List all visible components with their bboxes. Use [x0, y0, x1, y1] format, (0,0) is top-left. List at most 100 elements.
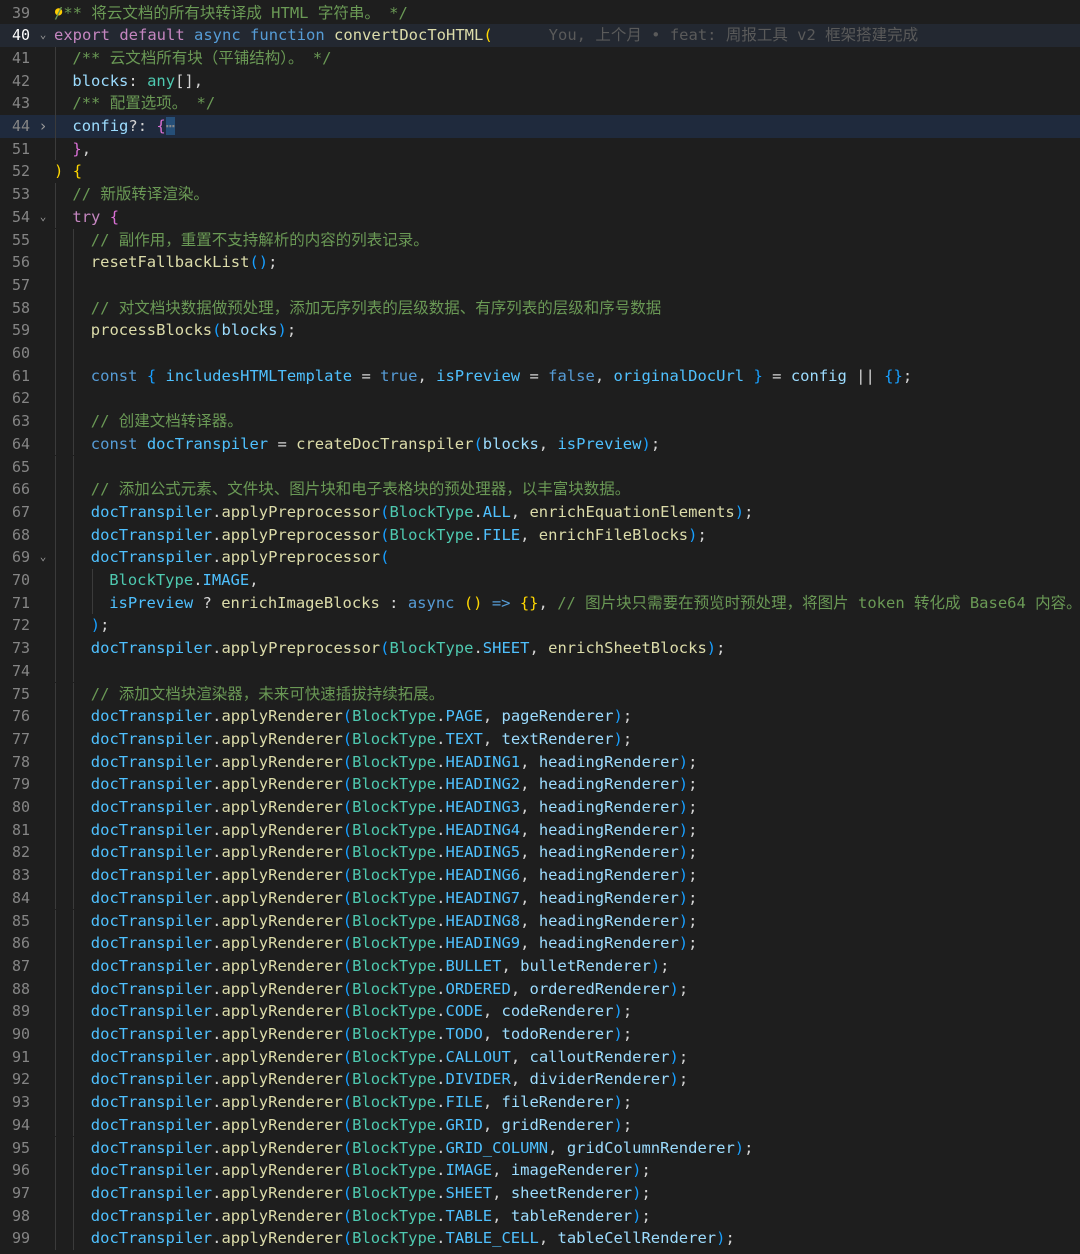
code-text: }, [72, 138, 91, 161]
code-line[interactable]: 41 /** 云文档所有块（平铺结构）。 */ [0, 46, 1080, 70]
code-line[interactable]: 75 // 添加文档块渲染器，未来可快速插拔持续拓展。 [0, 682, 1080, 706]
code-line[interactable]: 79 docTranspiler.applyRenderer(BlockType.… [0, 773, 1080, 796]
code-line[interactable]: 55 // 副作用，重置不支持解析的内容的列表记录。 [0, 228, 1080, 252]
code-line[interactable]: 59 processBlocks(blocks); [0, 319, 1080, 342]
fold-collapsed-chevron-icon[interactable]: › [36, 115, 50, 138]
code-line[interactable]: 54 ⌄ try { [0, 205, 1080, 229]
code-line[interactable]: 72); [0, 614, 1080, 638]
code-line[interactable]: 52) { [0, 160, 1080, 183]
code-line[interactable]: 76 docTranspiler.applyRenderer(BlockType.… [0, 705, 1080, 728]
folded-region-ellipsis[interactable]: ⋯ [165, 117, 176, 135]
code-line[interactable]: 85 docTranspiler.applyRenderer(BlockType.… [0, 909, 1080, 933]
code-token: BlockType [352, 1138, 437, 1157]
code-line[interactable]: 43 /** 配置选项。 */ [0, 92, 1080, 115]
code-token: applyRenderer [221, 752, 343, 771]
code-line[interactable]: 40 ⌄ export default async function convert… [0, 24, 1080, 47]
code-line[interactable]: 92 docTranspiler.applyRenderer(BlockType.… [0, 1068, 1080, 1092]
code-line[interactable]: 95 docTranspiler.applyRenderer(BlockType.… [0, 1136, 1080, 1160]
indent-guide [55, 432, 56, 456]
code-text: // 新版转译渲染。 [72, 183, 209, 206]
code-token: config [72, 117, 129, 135]
code-line[interactable]: 82 docTranspiler.applyRenderer(BlockType.… [0, 841, 1080, 865]
fold-expanded-chevron-icon[interactable]: ⌄ [36, 546, 50, 569]
code-line[interactable]: 67 docTranspiler.applyPreprocessor(BlockT… [0, 500, 1080, 524]
code-token: tableCellRenderer [557, 1229, 717, 1248]
code-line[interactable]: 56 resetFallbackList(); [0, 251, 1080, 274]
code-line[interactable]: 65 [0, 455, 1080, 479]
code-line[interactable]: 78 docTranspiler.applyRenderer(BlockType.… [0, 750, 1080, 774]
code-line[interactable]: 84 docTranspiler.applyRenderer(BlockType.… [0, 886, 1080, 910]
code-token: ( [342, 1183, 353, 1202]
code-line[interactable]: 69 ⌄ docTranspiler.applyPreprocessor( [0, 546, 1080, 569]
code-line[interactable]: 70 BlockType.IMAGE, [0, 569, 1080, 592]
code-line[interactable]: 60 [0, 342, 1080, 365]
code-token: HEADING6 [445, 866, 521, 885]
fold-expanded-chevron-icon[interactable]: ⌄ [36, 24, 50, 47]
fold-expanded-chevron-icon[interactable]: ⌄ [36, 206, 50, 229]
code-token: createDocTranspiler [296, 434, 474, 453]
indent-guide [73, 546, 75, 569]
code-token: ( [342, 820, 353, 839]
code-line[interactable]: 58 // 对文档块数据做预处理，添加无序列表的层级数据、有序列表的层级和序号数据 [0, 296, 1080, 320]
code-editor[interactable]: 39 ●/** 将云文档的所有块转译成 HTML 字符串。 */40 ⌄ export… [0, 0, 1080, 1254]
code-token: applyRenderer [221, 1229, 343, 1248]
code-token: ; [697, 525, 707, 544]
code-token: ) [678, 820, 689, 839]
code-line[interactable]: 89 docTranspiler.applyRenderer(BlockType.… [0, 1000, 1080, 1023]
code-line[interactable]: 90 docTranspiler.applyRenderer(BlockType.… [0, 1023, 1080, 1046]
code-line[interactable]: 44 › config?: {⋯ [0, 115, 1080, 138]
code-token: docTranspiler [90, 1206, 213, 1225]
line-number: 57 [11, 275, 30, 294]
code-text: docTranspiler.applyRenderer(BlockType.BU… [91, 955, 670, 978]
code-line[interactable]: 68 docTranspiler.applyPreprocessor(BlockT… [0, 523, 1080, 547]
code-line[interactable]: 63 // 创建文档转译器。 [0, 410, 1080, 433]
code-line[interactable]: 51}, [0, 137, 1080, 161]
code-line[interactable]: 99 docTranspiler.applyRenderer(BlockType.… [0, 1227, 1080, 1250]
code-token: ( [342, 752, 353, 771]
indent-guide [55, 115, 56, 138]
code-text: docTranspiler.applyRenderer(BlockType.GR… [91, 1114, 632, 1137]
code-text: const { includesHTMLTemplate = true, isP… [91, 365, 912, 388]
code-line[interactable]: 87 docTranspiler.applyRenderer(BlockType.… [0, 954, 1080, 978]
code-line[interactable]: 57 [0, 273, 1080, 297]
code-line[interactable]: 39 ●/** 将云文档的所有块转译成 HTML 字符串。 */ [0, 2, 1080, 25]
code-line[interactable]: 61 const { includesHTMLTemplate = true, i… [0, 364, 1080, 388]
code-line[interactable]: 53 // 新版转译渲染。 [0, 183, 1080, 206]
code-line[interactable]: 62 [0, 387, 1080, 411]
code-line[interactable]: 71 isPreview ? enrichImageBlocks : async … [0, 591, 1080, 615]
code-line[interactable]: 94 docTranspiler.applyRenderer(BlockType.… [0, 1113, 1080, 1137]
code-line[interactable]: 74 [0, 659, 1080, 683]
code-token: any [147, 71, 176, 90]
code-line[interactable]: 96 docTranspiler.applyRenderer(BlockType.… [0, 1159, 1080, 1182]
code-token: BlockType [109, 571, 194, 589]
line-number: 91 [11, 1047, 30, 1066]
code-token: , [538, 593, 558, 612]
code-line[interactable]: 83 docTranspiler.applyRenderer(BlockType.… [0, 864, 1080, 887]
code-line[interactable]: 86 docTranspiler.applyRenderer(BlockType.… [0, 932, 1080, 955]
code-line[interactable]: 80 docTranspiler.applyRenderer(BlockType.… [0, 796, 1080, 819]
code-line[interactable]: 91 docTranspiler.applyRenderer(BlockType.… [0, 1045, 1080, 1069]
line-number: 85 [11, 911, 30, 930]
code-line[interactable]: 42 blocks: any[], [0, 69, 1080, 93]
code-line[interactable]: 77 docTranspiler.applyRenderer(BlockType.… [0, 727, 1080, 751]
code-line[interactable]: 93 docTranspiler.applyRenderer(BlockType.… [0, 1091, 1080, 1114]
code-token: ) [706, 639, 717, 658]
code-line[interactable]: 73 docTranspiler.applyPreprocessor(BlockT… [0, 637, 1080, 660]
code-token: ; [622, 1025, 633, 1043]
code-line[interactable]: 66 // 添加公式元素、文件块、图片块和电子表格块的预处理器，以丰富块数据。 [0, 478, 1080, 501]
code-text: docTranspiler.applyPreprocessor( [91, 546, 390, 569]
code-text: docTranspiler.applyRenderer(BlockType.TO… [91, 1023, 632, 1046]
code-line[interactable]: 88 docTranspiler.applyRenderer(BlockType.… [0, 977, 1080, 1001]
code-token: applyRenderer [221, 1047, 343, 1066]
code-line[interactable]: 81 docTranspiler.applyRenderer(BlockType.… [0, 818, 1080, 842]
code-token: () [249, 253, 269, 272]
code-line[interactable]: 98 docTranspiler.applyRenderer(BlockType.… [0, 1204, 1080, 1228]
code-line[interactable]: 97 docTranspiler.applyRenderer(BlockType.… [0, 1181, 1080, 1205]
code-token: docTranspiler [90, 911, 213, 930]
code-token: BlockType [352, 1093, 437, 1112]
line-number: 42 [11, 71, 30, 90]
code-line[interactable]: 64 const docTranspiler = createDocTranspi… [0, 432, 1080, 456]
code-token: = [520, 366, 549, 385]
